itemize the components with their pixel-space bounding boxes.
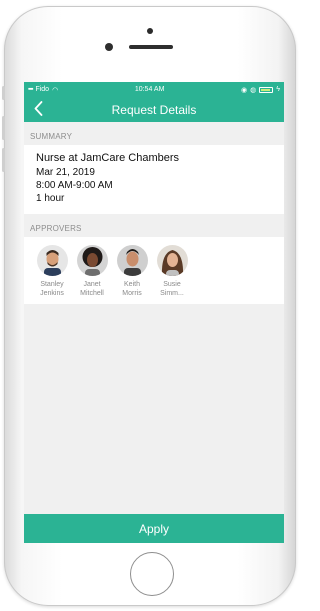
page-title: Request Details (111, 102, 197, 117)
phone-volume-down (2, 148, 5, 172)
nav-bar: Request Details (24, 97, 284, 122)
approvers-section-label: APPROVERS (30, 224, 82, 233)
approver-item[interactable]: Janet Mitchell (72, 245, 112, 298)
approver-first-name: Janet (83, 281, 101, 288)
summary-card: Nurse at JamCare Chambers Mar 21, 2019 8… (24, 145, 284, 214)
avatar (156, 245, 188, 276)
approver-item[interactable]: Stanley Jenkins (32, 245, 72, 298)
approver-first-name: Stanley (40, 281, 64, 288)
avatar (76, 245, 108, 276)
approver-first-name: Susie (163, 281, 181, 288)
wifi-icon: ◠ (52, 86, 59, 94)
avatar (36, 245, 68, 276)
approver-last-name: Jenkins (40, 290, 64, 297)
approver-first-name: Keith (124, 281, 140, 288)
approver-last-name: Simm... (160, 290, 184, 297)
phone-sensor (147, 28, 153, 34)
chevron-left-icon[interactable] (34, 101, 43, 120)
signal-icon: ▪▪▪ (28, 86, 34, 93)
apply-button[interactable]: Apply (24, 514, 284, 543)
earpiece-speaker (129, 45, 173, 49)
approver-last-name: Morris (122, 290, 142, 297)
phone-volume-up (2, 116, 5, 140)
carrier-label: Fido (35, 86, 50, 93)
home-button[interactable] (130, 552, 174, 596)
approver-item[interactable]: Keith Morris (112, 245, 152, 298)
phone-side-button (2, 86, 5, 100)
approver-item[interactable]: Susie Simm... (152, 245, 192, 298)
front-camera (105, 43, 113, 51)
approver-last-name: Mitchell (80, 290, 104, 297)
status-time: 10:54 AM (134, 86, 165, 93)
summary-duration: 1 hour (36, 193, 65, 204)
alarm-icon: ◍ (250, 86, 257, 94)
summary-title: Nurse at JamCare Chambers (36, 152, 180, 164)
location-icon: ◉ (241, 86, 248, 94)
charging-icon: ϟ (276, 86, 280, 93)
avatar (116, 245, 148, 276)
status-bar: ▪▪▪ Fido ◠ 10:54 AM ◉ ◍ ϟ (24, 82, 284, 97)
battery-icon (259, 86, 274, 93)
summary-section-label: SUMMARY (30, 132, 73, 141)
approvers-list: Stanley Jenkins Janet Mitchell Keith Mor… (24, 237, 284, 304)
app-screen: ▪▪▪ Fido ◠ 10:54 AM ◉ ◍ ϟ Request Detail… (24, 82, 284, 543)
summary-date: Mar 21, 2019 (36, 167, 95, 178)
summary-time-range: 8:00 AM-9:00 AM (36, 180, 113, 191)
